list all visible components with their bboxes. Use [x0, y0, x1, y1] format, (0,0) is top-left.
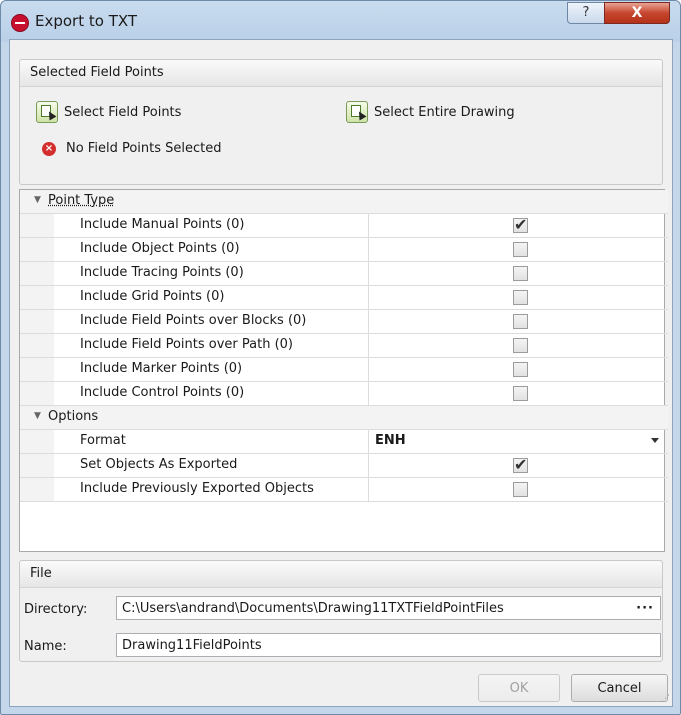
point-type-checkbox[interactable]: [513, 386, 528, 401]
point-type-checkbox[interactable]: [513, 215, 528, 234]
directory-label: Directory:: [24, 602, 88, 617]
row-gutter: [20, 286, 54, 309]
include-prev-checkbox[interactable]: [513, 482, 528, 497]
point-type-row: Include Marker Points (0): [20, 358, 668, 382]
ok-button[interactable]: OK: [478, 674, 560, 702]
app-logo-icon: [11, 14, 29, 32]
select-field-points-icon: [36, 101, 58, 123]
close-button[interactable]: X: [604, 2, 670, 24]
name-field[interactable]: Drawing11FieldPoints: [116, 633, 661, 657]
group-title: File: [30, 566, 52, 581]
point-type-checkbox[interactable]: [513, 266, 528, 281]
point-type-checkbox[interactable]: [513, 338, 528, 353]
name-label: Name:: [24, 639, 67, 654]
resize-grip-icon[interactable]: ⋰: [661, 694, 670, 704]
collapse-icon[interactable]: ▼: [34, 411, 41, 421]
point-type-value: [368, 214, 669, 237]
format-value: ENH: [375, 433, 406, 448]
chevron-down-icon[interactable]: [651, 438, 659, 443]
point-type-checkbox[interactable]: [513, 362, 528, 377]
point-type-checkbox[interactable]: [513, 242, 528, 257]
row-gutter: [20, 238, 54, 261]
format-label: Format: [80, 433, 126, 448]
row-gutter: [20, 334, 54, 357]
error-icon: ×: [42, 142, 56, 156]
selected-field-points-group: Selected Field Points Select Field Point…: [19, 59, 663, 185]
category-label: Options: [48, 409, 99, 424]
set-exported-value: [368, 454, 669, 477]
property-grid: ▼ Point Type Include Manual Points (0) In…: [19, 189, 668, 552]
category-label: Point Type: [48, 193, 115, 208]
category-options[interactable]: ▼ Options: [20, 406, 668, 430]
row-gutter: [20, 454, 54, 477]
point-type-value: [368, 238, 669, 261]
help-button[interactable]: ?: [567, 2, 605, 24]
point-type-label: Include Object Points (0): [80, 241, 240, 256]
point-type-value: [368, 358, 669, 381]
collapse-icon[interactable]: ▼: [34, 195, 41, 205]
point-type-checkbox[interactable]: [513, 314, 528, 329]
browse-button[interactable]: ···: [636, 597, 654, 621]
selection-status: No Field Points Selected: [66, 141, 222, 156]
group-title: Selected Field Points: [30, 65, 164, 80]
row-gutter: [20, 214, 54, 237]
cancel-button[interactable]: Cancel: [571, 674, 668, 702]
point-type-label: Include Tracing Points (0): [80, 265, 244, 280]
format-dropdown[interactable]: ENH: [368, 430, 669, 453]
include-prev-row: Include Previously Exported Objects: [20, 478, 668, 502]
row-gutter: [20, 478, 54, 501]
point-type-row: Include Grid Points (0): [20, 286, 668, 310]
select-field-points-label: Select Field Points: [64, 104, 182, 120]
name-value: Drawing11FieldPoints: [122, 638, 262, 653]
directory-field[interactable]: C:\Users\andrand\Documents\Drawing11TXTF…: [116, 596, 661, 620]
include-prev-label: Include Previously Exported Objects: [80, 481, 314, 496]
point-type-value: [368, 286, 669, 309]
point-type-label: Include Grid Points (0): [80, 289, 225, 304]
select-entire-drawing-label: Select Entire Drawing: [374, 104, 515, 120]
set-exported-checkbox[interactable]: [513, 455, 528, 474]
point-type-row: Include Control Points (0): [20, 382, 668, 406]
set-exported-label: Set Objects As Exported: [80, 457, 238, 472]
point-type-row: Include Manual Points (0): [20, 214, 668, 238]
title-bar[interactable]: Export to TXT ? X: [1, 1, 680, 39]
directory-value: C:\Users\andrand\Documents\Drawing11TXTF…: [122, 601, 504, 616]
point-type-label: Include Field Points over Blocks (0): [80, 313, 307, 328]
point-type-value: [368, 262, 669, 285]
row-gutter: [20, 430, 54, 453]
select-entire-drawing-button[interactable]: Select Entire Drawing: [346, 101, 515, 123]
set-exported-row: Set Objects As Exported: [20, 454, 668, 478]
selected-field-points-header: Selected Field Points: [20, 60, 662, 87]
point-type-row: Include Tracing Points (0): [20, 262, 668, 286]
file-group: File Directory: C:\Users\andrand\Documen…: [19, 560, 663, 662]
row-gutter: [20, 358, 54, 381]
window-title: Export to TXT: [35, 12, 138, 30]
row-gutter: [20, 310, 54, 333]
point-type-label: Include Marker Points (0): [80, 361, 243, 376]
point-type-row: Include Object Points (0): [20, 238, 668, 262]
format-row: Format ENH: [20, 430, 668, 454]
row-gutter: [20, 382, 54, 405]
select-field-points-button[interactable]: Select Field Points: [36, 101, 181, 123]
row-gutter: [20, 262, 54, 285]
point-type-label: Include Control Points (0): [80, 385, 245, 400]
point-type-label: Include Field Points over Path (0): [80, 337, 294, 352]
point-type-label: Include Manual Points (0): [80, 217, 245, 232]
point-type-row: Include Field Points over Path (0): [20, 334, 668, 358]
select-entire-drawing-icon: [346, 101, 368, 123]
point-type-value: [368, 334, 669, 357]
point-type-checkbox[interactable]: [513, 290, 528, 305]
point-type-value: [368, 382, 669, 405]
file-header: File: [20, 561, 662, 588]
point-type-row: Include Field Points over Blocks (0): [20, 310, 668, 334]
category-point-type[interactable]: ▼ Point Type: [20, 190, 668, 214]
point-type-value: [368, 310, 669, 333]
dialog-body: Selected Field Points Select Field Point…: [9, 39, 673, 707]
export-dialog-window: Export to TXT ? X Selected Field Points …: [0, 0, 681, 715]
include-prev-value: [368, 478, 669, 501]
